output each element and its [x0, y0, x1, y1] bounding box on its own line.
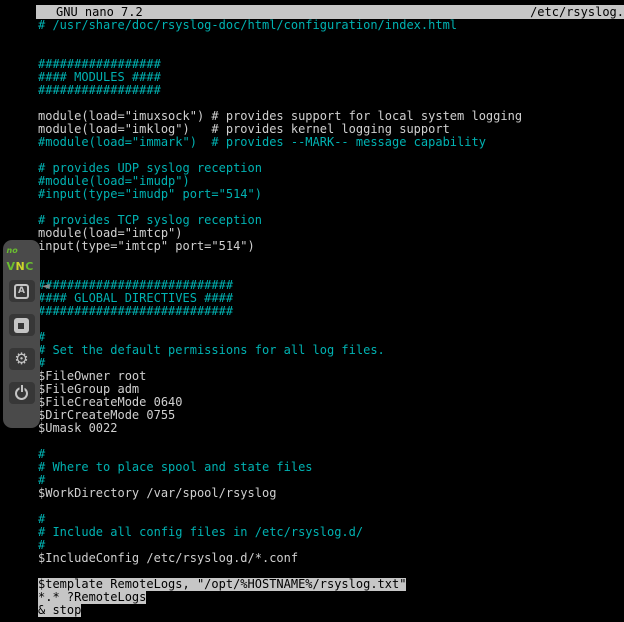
editor-line	[36, 253, 624, 266]
selected-text: & stop	[38, 604, 81, 617]
editor-line: # Set the default permissions for all lo…	[36, 344, 624, 357]
novnc-logo: no VNC	[7, 247, 37, 268]
editor-line: #################	[36, 84, 624, 97]
editor-line: #input(type="imudp" port="514")	[36, 188, 624, 201]
editor-line: #module(load="imudp")	[36, 175, 624, 188]
editor-line: #module(load="immark") # provides --MARK…	[36, 136, 624, 149]
editor-line: #	[36, 357, 624, 370]
editor-line: #	[36, 474, 624, 487]
editor-line: #	[36, 513, 624, 526]
power-icon	[15, 387, 28, 400]
fullscreen-button[interactable]	[9, 314, 35, 336]
editor-line	[36, 149, 624, 162]
editor-line: $FileOwner root	[36, 370, 624, 383]
editor-line	[36, 318, 624, 331]
novnc-control-bar[interactable]: no VNC A ⚙	[3, 240, 40, 428]
editor-line: # /usr/share/doc/rsyslog-doc/html/config…	[36, 19, 624, 32]
editor-line: # Where to place spool and state files	[36, 461, 624, 474]
editor-line	[36, 45, 624, 58]
logo-letter: V	[7, 260, 16, 273]
editor-line: ###########################	[36, 305, 624, 318]
editor-line: $DirCreateMode 0755	[36, 409, 624, 422]
editor-line: #### GLOBAL DIRECTIVES ####	[36, 292, 624, 305]
editor-line: $template RemoteLogs, "/opt/%HOSTNAME%/r…	[36, 578, 624, 591]
editor-line: & stop	[36, 604, 624, 617]
novnc-logo-vnc: VNC	[7, 260, 34, 273]
nano-version-title: GNU nano 7.2	[56, 5, 143, 19]
editor-line	[36, 201, 624, 214]
logo-letter: N	[16, 260, 26, 273]
power-button[interactable]	[9, 382, 35, 404]
editor-line: # Include all config files in /etc/rsysl…	[36, 526, 624, 539]
clipboard-button[interactable]: A	[9, 280, 35, 302]
settings-button[interactable]: ⚙	[9, 348, 35, 370]
novnc-logo-no: no	[7, 247, 37, 255]
editor-line: module(load="imuxsock") # provides suppo…	[36, 110, 624, 123]
editor-line: module(load="imklog") # provides kernel …	[36, 123, 624, 136]
toolbar-collapse-handle[interactable]: ◄	[42, 281, 50, 293]
selected-text: *.* ?RemoteLogs	[38, 591, 146, 604]
nano-terminal[interactable]: GNU nano 7.2 /etc/rsyslog. # /usr/share/…	[36, 5, 624, 622]
editor-line: module(load="imtcp")	[36, 227, 624, 240]
gear-icon: ⚙	[14, 351, 28, 367]
editor-line: $Umask 0022	[36, 422, 624, 435]
editor-line: $FileCreateMode 0640	[36, 396, 624, 409]
clipboard-icon: A	[14, 284, 29, 299]
editor-line	[36, 500, 624, 513]
editor-line: ###########################	[36, 279, 624, 292]
fullscreen-icon	[14, 318, 29, 333]
logo-letter: C	[25, 260, 34, 273]
editor-line: #	[36, 331, 624, 344]
editor-line	[36, 97, 624, 110]
editor-line	[36, 435, 624, 448]
selected-text: $template RemoteLogs, "/opt/%HOSTNAME%/r…	[38, 578, 406, 591]
editor-line: #### MODULES ####	[36, 71, 624, 84]
editor-line	[36, 32, 624, 45]
nano-filename: /etc/rsyslog.	[530, 5, 624, 19]
nano-titlebar: GNU nano 7.2 /etc/rsyslog.	[36, 5, 624, 19]
editor-content[interactable]: # /usr/share/doc/rsyslog-doc/html/config…	[36, 19, 624, 617]
editor-line: #	[36, 448, 624, 461]
editor-line: $FileGroup adm	[36, 383, 624, 396]
editor-line: # provides UDP syslog reception	[36, 162, 624, 175]
editor-line: # provides TCP syslog reception	[36, 214, 624, 227]
editor-line	[36, 565, 624, 578]
editor-line	[36, 266, 624, 279]
editor-line: #################	[36, 58, 624, 71]
editor-line: $IncludeConfig /etc/rsyslog.d/*.conf	[36, 552, 624, 565]
editor-line: #	[36, 539, 624, 552]
editor-line: $WorkDirectory /var/spool/rsyslog	[36, 487, 624, 500]
editor-line: input(type="imtcp" port="514")	[36, 240, 624, 253]
editor-line: *.* ?RemoteLogs	[36, 591, 624, 604]
